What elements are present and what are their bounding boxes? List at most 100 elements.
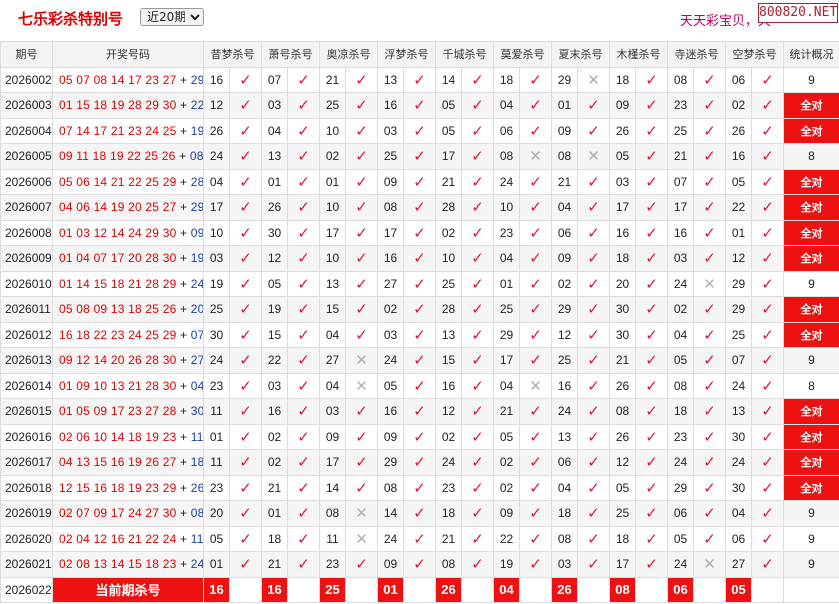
table-row: 2026016 02 06 10 14 18 19 23 + 11 01 ✓ 02 ✓ 09… xyxy=(0,423,839,450)
special-number: 18 xyxy=(190,455,204,470)
kill-number-cell: 02 xyxy=(377,296,404,323)
kill-number-cell: 22 xyxy=(725,194,752,221)
kill-number-cell: 18 xyxy=(609,525,636,552)
stat-cell: 全对 xyxy=(783,245,839,272)
kill-number-cell: 17 xyxy=(377,219,404,246)
check-icon: ✓ xyxy=(519,168,552,195)
stat-cell xyxy=(783,576,839,603)
check-icon: ✓ xyxy=(345,398,378,425)
table-row: 2026021 02 08 13 14 15 18 23 + 24 01 ✓ 21 ✓ 23… xyxy=(0,551,839,578)
cross-icon: ✕ xyxy=(693,551,726,578)
check-icon: ✓ xyxy=(403,321,436,348)
table-row: 2026014 01 09 10 13 21 28 30 + 04 23 ✓ 03 ✓ 04… xyxy=(0,372,839,399)
check-icon: ✓ xyxy=(403,372,436,399)
special-number: 19 xyxy=(190,251,204,266)
check-icon: ✓ xyxy=(693,525,726,552)
table-row: 2026008 01 03 12 14 24 29 30 + 09 10 ✓ 30 ✓ 17… xyxy=(0,219,839,246)
kill-number-cell: 21 xyxy=(609,347,636,374)
current-kill-number: 06 xyxy=(667,576,694,603)
check-icon: ✓ xyxy=(403,500,436,527)
check-icon: ✓ xyxy=(461,66,494,93)
issue-cell: 2026017 xyxy=(0,449,53,476)
kill-number-cell: 30 xyxy=(261,219,288,246)
issue-cell: 2026022 xyxy=(0,576,53,603)
draw-numbers-cell: 05 06 14 21 22 25 29 + 28 xyxy=(52,168,204,195)
check-icon: ✓ xyxy=(577,245,610,272)
check-icon: ✓ xyxy=(403,525,436,552)
kill-number-cell: 08 xyxy=(319,500,346,527)
check-icon: ✓ xyxy=(751,219,784,246)
check-icon: ✓ xyxy=(519,270,552,297)
kill-number-cell: 07 xyxy=(667,168,694,195)
main-numbers: 02 06 10 14 18 19 23 xyxy=(59,429,177,444)
kill-number-cell: 27 xyxy=(725,551,752,578)
check-icon: ✓ xyxy=(345,449,378,476)
table-row: 2026013 09 12 14 20 26 28 30 + 27 24 ✓ 22 ✓ 27… xyxy=(0,347,839,374)
kill-number-cell: 02 xyxy=(261,423,288,450)
check-icon: ✓ xyxy=(635,474,668,501)
draw-numbers-cell: 01 03 12 14 24 29 30 + 09 xyxy=(52,219,204,246)
kill-number-cell: 26 xyxy=(261,194,288,221)
kill-number-cell: 23 xyxy=(319,551,346,578)
check-icon: ✓ xyxy=(287,245,320,272)
kill-number-cell: 30 xyxy=(725,474,752,501)
check-icon: ✓ xyxy=(287,117,320,144)
check-icon: ✓ xyxy=(461,347,494,374)
kill-number-cell: 18 xyxy=(261,525,288,552)
kill-number-cell: 25 xyxy=(551,347,578,374)
check-icon: ✓ xyxy=(461,551,494,578)
draw-numbers-cell: 09 12 14 20 26 28 30 + 27 xyxy=(52,347,204,374)
stat-cell: 9 xyxy=(783,525,839,552)
check-icon: ✓ xyxy=(519,219,552,246)
kill-number-cell: 29 xyxy=(551,66,578,93)
cross-icon: ✕ xyxy=(345,347,378,374)
cross-icon: ✕ xyxy=(345,500,378,527)
check-icon: ✓ xyxy=(751,347,784,374)
kill-number-cell: 21 xyxy=(435,168,462,195)
kill-number-cell: 04 xyxy=(493,245,520,272)
table-body: 2026002 05 07 08 14 17 23 27 + 29 16 ✓ 07 ✓ 21… xyxy=(0,66,839,603)
check-icon: ✓ xyxy=(229,423,262,450)
plus-sign: + xyxy=(179,225,188,240)
check-icon: ✓ xyxy=(287,500,320,527)
kill-number-cell: 04 xyxy=(319,372,346,399)
special-number: 24 xyxy=(190,276,204,291)
main-numbers: 09 12 14 20 26 28 30 xyxy=(59,353,177,368)
check-icon: ✓ xyxy=(229,143,262,170)
plus-sign: + xyxy=(179,200,188,215)
main-numbers: 16 18 22 23 24 25 29 xyxy=(59,327,177,342)
kill-number-cell: 03 xyxy=(319,398,346,425)
kill-number-cell: 22 xyxy=(493,525,520,552)
check-icon: ✓ xyxy=(693,347,726,374)
blank-cell xyxy=(693,576,726,603)
site-badge[interactable]: 800820.NET xyxy=(758,3,838,23)
current-kill-number: 05 xyxy=(725,576,752,603)
plus-sign: + xyxy=(179,72,188,87)
kill-number-cell: 27 xyxy=(319,347,346,374)
check-icon: ✓ xyxy=(635,143,668,170)
table-row: 2026015 01 05 09 17 23 27 28 + 30 11 ✓ 16 ✓ 03… xyxy=(0,398,839,425)
main-numbers: 02 07 09 17 24 27 30 xyxy=(59,506,177,521)
kill-number-cell: 09 xyxy=(377,423,404,450)
kill-number-cell: 11 xyxy=(203,449,230,476)
kill-number-cell: 30 xyxy=(609,296,636,323)
check-icon: ✓ xyxy=(693,500,726,527)
main-numbers: 04 06 14 19 20 25 27 xyxy=(59,200,177,215)
check-icon: ✓ xyxy=(635,551,668,578)
check-icon: ✓ xyxy=(229,321,262,348)
kill-number-cell: 09 xyxy=(377,168,404,195)
kill-number-cell: 25 xyxy=(493,296,520,323)
kill-number-cell: 25 xyxy=(725,321,752,348)
check-icon: ✓ xyxy=(693,449,726,476)
kill-number-cell: 17 xyxy=(319,219,346,246)
check-icon: ✓ xyxy=(403,270,436,297)
check-icon: ✓ xyxy=(577,321,610,348)
plus-sign: + xyxy=(179,353,188,368)
kill-number-cell: 19 xyxy=(203,270,230,297)
check-icon: ✓ xyxy=(461,474,494,501)
period-select[interactable]: 近20期 xyxy=(140,8,204,26)
table-row: 2026003 01 15 18 19 28 29 30 + 22 12 ✓ 03 ✓ 25… xyxy=(0,92,839,119)
kill-number-cell: 09 xyxy=(319,423,346,450)
draw-numbers-cell: 04 06 14 19 20 25 27 + 29 xyxy=(52,194,204,221)
check-icon: ✓ xyxy=(345,168,378,195)
